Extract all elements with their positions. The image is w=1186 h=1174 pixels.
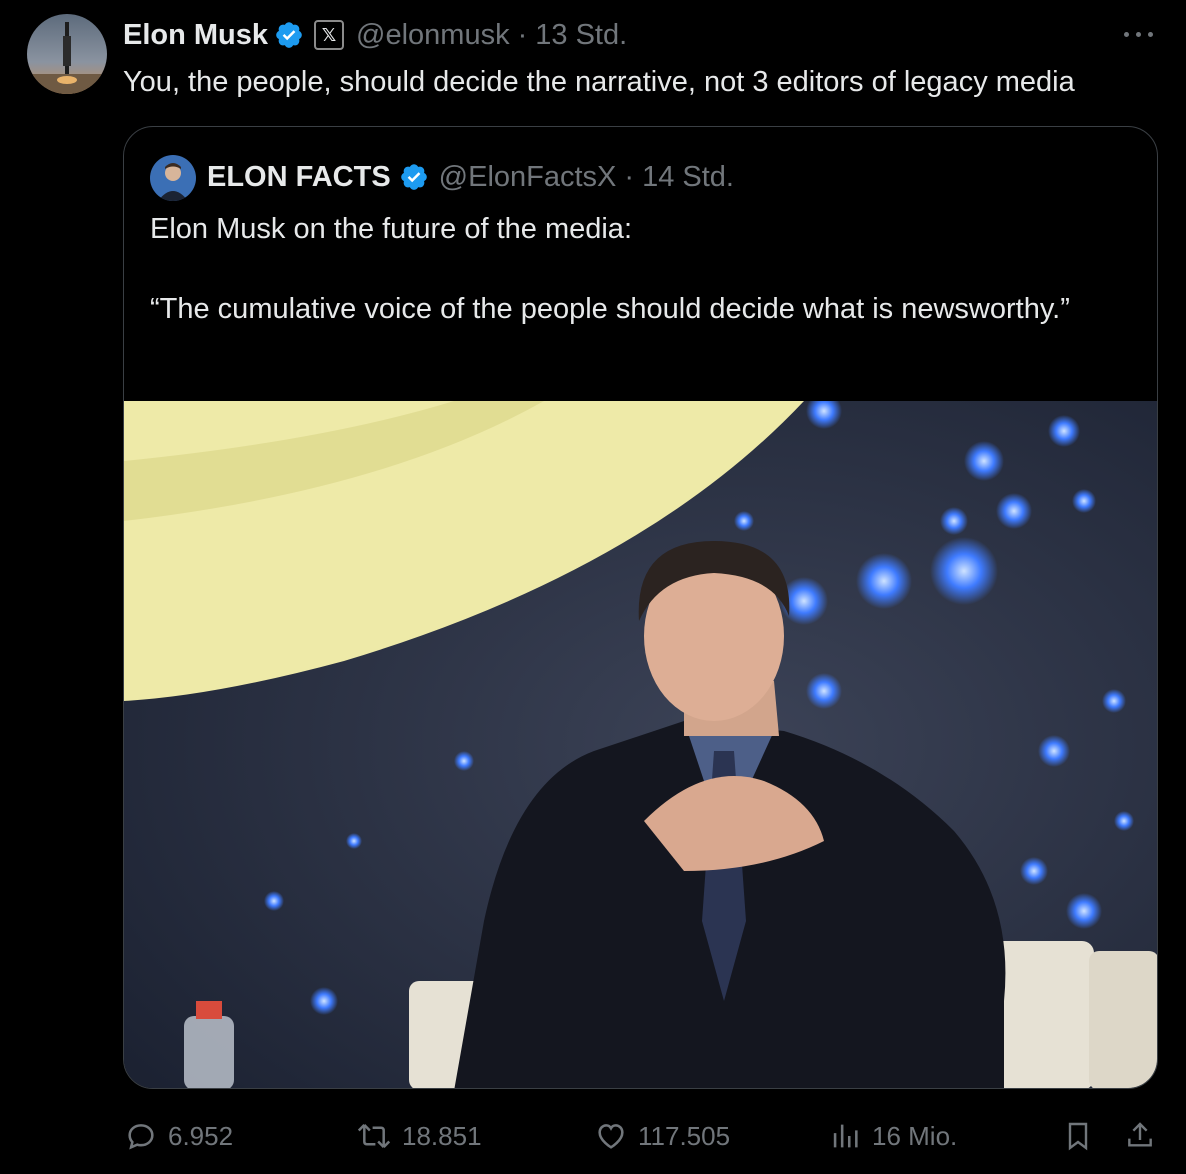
view-count: 16 Mio. <box>872 1120 958 1151</box>
quoted-text-quote: “The cumulative voice of the people shou… <box>150 293 1070 325</box>
quoted-tweet-header: ELON FACTS @ElonFactsX · 14 Std. <box>207 156 734 198</box>
tweet-action-bar: 6.952 18.851 117.505 16 Mio. <box>0 1108 1186 1164</box>
quoted-tweet-photo[interactable] <box>124 401 1157 1088</box>
views-button[interactable]: 16 Mio. <box>828 1116 957 1156</box>
tweet-text: You, the people, should decide the narra… <box>123 66 1075 98</box>
quoted-tweet-card[interactable]: ELON FACTS @ElonFactsX · 14 Std. Elon Mu… <box>123 126 1158 1089</box>
quoted-text-line: Elon Musk on the future of the media: <box>150 213 632 245</box>
repost-icon <box>357 1124 391 1148</box>
repost-button[interactable]: 18.851 <box>356 1116 482 1156</box>
reply-count: 6.952 <box>168 1120 234 1151</box>
author-name[interactable]: Elon Musk <box>123 19 268 52</box>
separator-dot: · <box>624 160 635 193</box>
like-button[interactable]: 117.505 <box>594 1116 730 1156</box>
quoted-tweet-timestamp[interactable]: 14 Std. <box>642 161 734 194</box>
repost-count: 18.851 <box>402 1120 482 1151</box>
quoted-author-handle[interactable]: @ElonFactsX <box>439 161 617 194</box>
like-count: 117.505 <box>638 1120 731 1151</box>
like-icon <box>598 1124 624 1149</box>
quoted-tweet-text: Elon Musk on the future of the media: “T… <box>150 209 1140 329</box>
bookmark-icon <box>1068 1122 1088 1151</box>
tweet-timestamp[interactable]: 13 Std. <box>535 19 627 52</box>
quoted-author-avatar[interactable] <box>150 155 196 201</box>
share-icon <box>1128 1122 1152 1147</box>
author-avatar[interactable] <box>27 14 107 94</box>
x-affiliation-badge: 𝕏 <box>314 20 345 50</box>
verified-badge-icon <box>274 20 304 50</box>
views-icon <box>833 1124 858 1148</box>
share-button[interactable] <box>1124 1116 1166 1156</box>
reply-button[interactable]: 6.952 <box>124 1116 233 1156</box>
author-handle[interactable]: @elonmusk <box>356 19 510 52</box>
bookmark-button[interactable] <box>1062 1116 1104 1156</box>
verified-badge-icon <box>399 162 429 192</box>
more-icon[interactable] <box>1122 22 1156 46</box>
quoted-author-name[interactable]: ELON FACTS <box>207 161 391 194</box>
tweet-header: Elon Musk 𝕏 @elonmusk · 13 Std. <box>123 14 627 56</box>
separator-dot: · <box>517 18 528 51</box>
reply-icon <box>128 1124 154 1150</box>
